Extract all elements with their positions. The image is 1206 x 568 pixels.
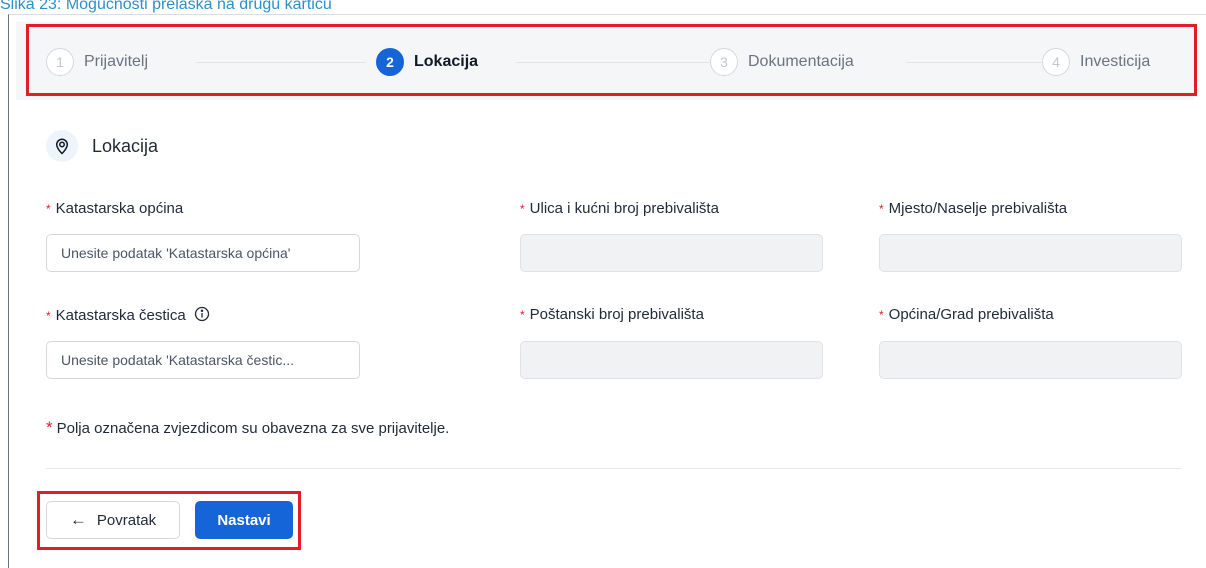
location-pin-icon: [46, 130, 78, 162]
required-asterisk: *: [46, 418, 53, 437]
required-asterisk: *: [879, 202, 884, 216]
info-icon[interactable]: [194, 306, 210, 326]
step-label: Prijavitelj: [84, 53, 149, 70]
katastarska-cestica-input[interactable]: [46, 341, 360, 379]
stepper: 1 Prijavitelj 2 Lokacija 3 Dokumentacija…: [16, 22, 1194, 100]
step-dokumentacija[interactable]: 3 Dokumentacija: [710, 46, 862, 78]
label-mjesto: * Mjesto/Naselje prebivališta: [879, 200, 1068, 217]
step-connector: [906, 62, 1046, 63]
step-number: 1: [46, 48, 74, 76]
step-connector: [516, 62, 716, 63]
divider: [46, 468, 1182, 469]
label-opcina-grad: * Općina/Grad prebivališta: [879, 306, 1054, 323]
step-prijavitelj[interactable]: 1 Prijavitelj: [46, 46, 157, 78]
mjesto-input: [879, 234, 1182, 272]
label-postanski-broj: * Poštanski broj prebivališta: [520, 306, 704, 323]
opcina-grad-input: [879, 341, 1182, 379]
section-header: Lokacija: [46, 128, 158, 164]
required-asterisk: *: [520, 202, 525, 216]
required-asterisk: *: [46, 309, 51, 323]
step-connector: [196, 62, 366, 63]
label-ulica: * Ulica i kućni broj prebivališta: [520, 200, 719, 217]
postanski-broj-input: [520, 341, 823, 379]
next-button[interactable]: Nastavi: [195, 501, 293, 539]
arrow-left-icon: ←: [69, 510, 87, 529]
required-asterisk: *: [879, 308, 884, 322]
label-katastarska-cestica: * Katastarska čestica: [46, 306, 210, 326]
step-number: 2: [376, 48, 404, 76]
required-fields-note: * Polja označena zvjezdicom su obavezna z…: [46, 418, 450, 437]
step-investicija[interactable]: 4 Investicija: [1042, 46, 1159, 78]
back-button[interactable]: ← Povratak: [46, 501, 180, 539]
section-title: Lokacija: [92, 135, 159, 156]
step-label: Dokumentacija: [748, 53, 854, 70]
step-number: 3: [710, 48, 738, 76]
required-asterisk: *: [520, 308, 525, 322]
ulica-input: [520, 234, 823, 272]
step-lokacija[interactable]: 2 Lokacija: [376, 46, 487, 78]
step-label: Lokacija: [414, 53, 479, 70]
katastarska-opcina-input[interactable]: [46, 234, 360, 272]
step-label: Investicija: [1080, 53, 1151, 70]
step-number: 4: [1042, 48, 1070, 76]
label-katastarska-opcina: * Katastarska općina: [46, 200, 184, 217]
required-asterisk: *: [46, 202, 51, 216]
